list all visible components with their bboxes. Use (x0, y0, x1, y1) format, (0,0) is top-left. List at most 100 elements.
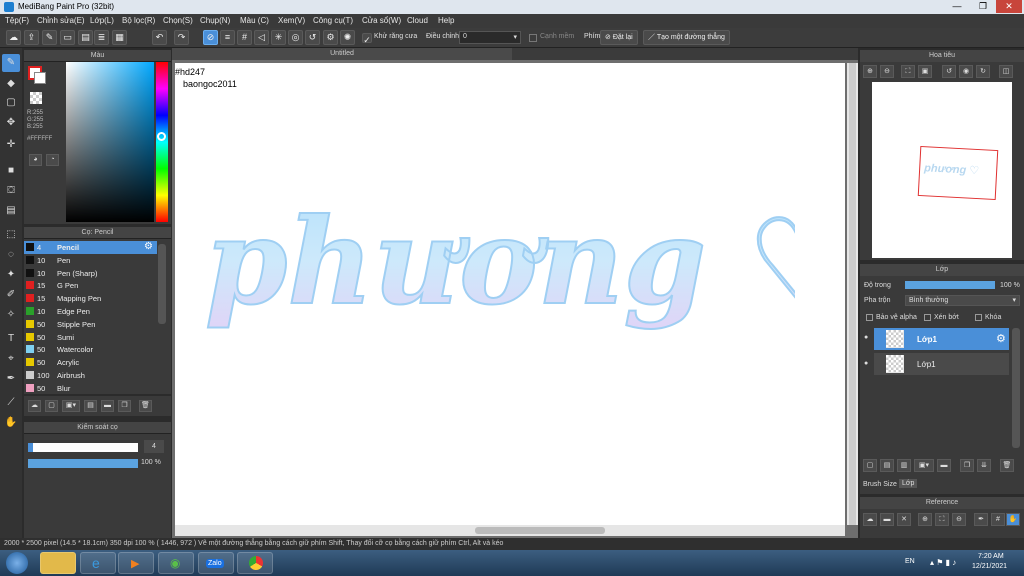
gear-icon[interactable]: ✺ (340, 30, 355, 45)
new-brush-icon[interactable]: ▢ (45, 400, 58, 412)
layer-settings-icon[interactable]: ⚙ (996, 332, 1006, 345)
zalo-icon[interactable]: Zalo (198, 552, 234, 574)
undo-icon[interactable]: ↶ (152, 30, 167, 45)
menu-snap[interactable]: Chụp(N) (200, 16, 230, 25)
vanish-point-icon[interactable]: ◁ (254, 30, 269, 45)
hand-tool-icon[interactable]: ✋ (2, 414, 20, 432)
layer-scrollbar[interactable] (1012, 328, 1020, 448)
edit-brush-icon[interactable]: ▤ (84, 400, 97, 412)
zoom-out-icon[interactable]: ⊖ (880, 65, 894, 78)
select-pen-icon[interactable]: ✐ (2, 286, 20, 304)
brush-opacity-slider[interactable] (28, 459, 138, 468)
menu-window[interactable]: Cửa sổ(W) (362, 16, 401, 25)
tab-layer[interactable]: Lớp (899, 479, 918, 488)
menu-layer[interactable]: Lớp(L) (90, 16, 114, 25)
brush-item[interactable]: 100 Airbrush (24, 369, 157, 382)
palette-icon[interactable]: ◕ (29, 154, 42, 166)
settings-icon[interactable]: ⚙ (323, 30, 338, 45)
clipping-checkbox[interactable] (924, 314, 931, 321)
document-tab[interactable]: Untitled (172, 48, 512, 60)
ie-icon[interactable]: e (80, 552, 116, 574)
no-snap-icon[interactable]: ⊘ (203, 30, 218, 45)
fit-icon[interactable]: ⛶ (901, 65, 915, 78)
zoom-in-icon[interactable]: ⊕ (863, 65, 877, 78)
divide-tool-icon[interactable]: ⌖ (2, 350, 20, 368)
eyedropper-icon[interactable]: ✒ (2, 370, 20, 388)
cross-snap-icon[interactable]: # (237, 30, 252, 45)
move-tool-icon[interactable]: ✥ (2, 114, 20, 132)
select-eraser-icon[interactable]: ✧ (2, 306, 20, 324)
fill-rect-icon[interactable]: ■ (2, 162, 20, 180)
brush-list-scrollbar[interactable] (158, 244, 166, 324)
menu-cloud[interactable]: Cloud (407, 16, 428, 25)
brush-item[interactable]: 10 Pen (24, 254, 157, 267)
transparent-swatch[interactable] (30, 92, 42, 104)
explorer-icon[interactable] (40, 552, 76, 574)
magic-wand-icon[interactable]: ✦ (2, 266, 20, 284)
menu-file[interactable]: Tệp(F) (5, 16, 29, 25)
menu-help[interactable]: Help (438, 16, 454, 25)
layer-visibility-icon[interactable]: ● (864, 334, 872, 342)
menu-color[interactable]: Màu (C) (240, 16, 269, 25)
brush-item[interactable]: 50 Sumi (24, 331, 157, 344)
hue-handle[interactable] (157, 132, 166, 141)
share-icon[interactable]: ⇪ (24, 30, 39, 45)
document-icon[interactable]: ▤ (78, 30, 93, 45)
dropper-icon[interactable]: ⟋ (2, 394, 20, 412)
adjust-select[interactable]: 0 ▾ (459, 31, 521, 44)
menu-view[interactable]: Xem(V) (278, 16, 305, 25)
gradient-tool-icon[interactable]: ▤ (2, 202, 20, 220)
blend-select[interactable]: Bình thường ▾ (905, 295, 1020, 306)
brush-tool-icon[interactable]: ✎ (2, 54, 20, 72)
brush-item[interactable]: 50 Stipple Pen (24, 318, 157, 331)
reference-hand-icon[interactable]: ✋ (1006, 513, 1020, 526)
reference-cloud-icon[interactable]: ☁ (863, 513, 877, 526)
start-button[interactable] (6, 552, 28, 574)
new-layer-icon[interactable]: ▢ (863, 459, 877, 472)
vertical-scroll-thumb[interactable] (849, 63, 856, 525)
brush-size-value[interactable]: 4 (144, 440, 164, 453)
menu-tools[interactable]: Công cụ(T) (313, 16, 353, 25)
lasso-tool-icon[interactable]: ◌ (2, 246, 20, 264)
reference-fit-icon[interactable]: ⛶ (935, 513, 949, 526)
color-wheel-icon[interactable]: ◔ (46, 154, 59, 166)
horizontal-scrollbar[interactable] (175, 525, 845, 536)
chrome-icon[interactable] (237, 552, 273, 574)
new-halftone-layer-icon[interactable]: ▥ (897, 459, 911, 472)
canvas[interactable]: #hd247 baongoc2011 phương ♡ (175, 63, 845, 525)
folder-icon[interactable]: ▬ (101, 400, 114, 412)
brush-item[interactable]: 15 Mapping Pen (24, 292, 157, 305)
straight-line-button[interactable]: ／ Tạo một đường thẳng (643, 30, 730, 45)
circle-snap-icon[interactable]: ◎ (288, 30, 303, 45)
cloud-brush-icon[interactable]: ☁ (28, 400, 41, 412)
tab-brush-size[interactable]: Brush Size (863, 481, 897, 488)
language-indicator[interactable]: EN (905, 558, 915, 565)
clock-date[interactable]: 12/21/2021 (972, 563, 1007, 570)
reference-zoom-out-icon[interactable]: ⊖ (952, 513, 966, 526)
brush-item[interactable]: 50 Acrylic (24, 356, 157, 369)
brush-size-slider[interactable] (28, 443, 138, 452)
rotate-left-icon[interactable]: ↺ (942, 65, 956, 78)
saturation-picker[interactable] (66, 62, 154, 222)
vertical-scrollbar[interactable] (847, 63, 858, 525)
reference-grid-icon[interactable]: # (991, 513, 1005, 526)
reset-rotation-icon[interactable]: ◉ (959, 65, 973, 78)
duplicate-layer-icon[interactable]: ❐ (960, 459, 974, 472)
add-brush-icon[interactable]: ▣▾ (62, 400, 80, 412)
merge-layer-icon[interactable]: ⇊ (977, 459, 991, 472)
reference-zoom-in-icon[interactable]: ⊕ (918, 513, 932, 526)
add-layer-menu-icon[interactable]: ▣▾ (914, 459, 934, 472)
close-button[interactable]: ✕ (996, 0, 1022, 13)
rotate-right-icon[interactable]: ↻ (976, 65, 990, 78)
protect-alpha-checkbox[interactable] (866, 314, 873, 321)
chat-icon[interactable]: ▭ (60, 30, 75, 45)
tray-icons[interactable]: ▴ ⚑ ▮ ♪ (930, 558, 956, 567)
brush-settings-icon[interactable]: ⚙ (144, 241, 153, 252)
bucket-tool-icon[interactable]: ⛋ (2, 182, 20, 200)
hue-slider[interactable] (156, 62, 168, 222)
navigator-viewport[interactable]: phương ♡ (917, 145, 999, 201)
clock-time[interactable]: 7:20 AM (978, 553, 1004, 560)
reset-button[interactable]: ⊘ Đặt lại (600, 30, 638, 45)
grid-icon[interactable]: ▦ (112, 30, 127, 45)
wechat-icon[interactable]: ◉ (158, 552, 194, 574)
